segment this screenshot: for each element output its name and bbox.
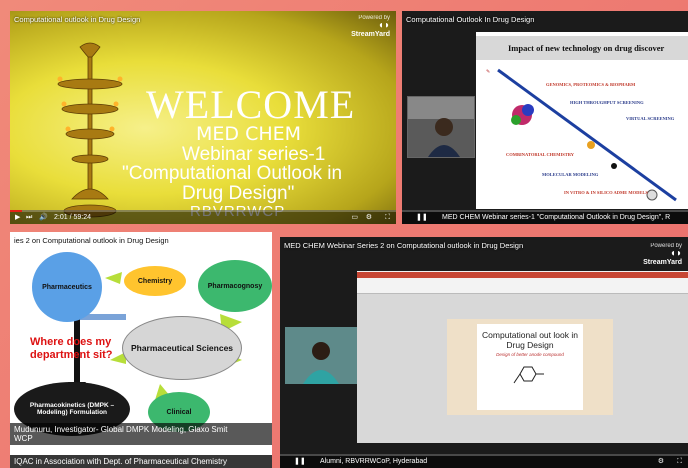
powerpoint-window: Computational out look in Drug Design De… — [357, 271, 688, 443]
video-tile-3[interactable]: ies 2 on Computational outlook in Drug D… — [10, 232, 272, 468]
node-pharmaceutical-sciences: Pharmaceutical Sciences — [122, 316, 242, 380]
node-pharmacognosy: Pharmacognosy — [198, 260, 272, 312]
volume-icon[interactable]: 🔊 — [39, 212, 48, 223]
presenter-image — [408, 97, 474, 157]
video-title: ies 2 on Computational outlook in Drug D… — [14, 236, 169, 245]
video-tile-1[interactable]: Computational outlook in Drug Design Pow… — [10, 11, 396, 224]
slide-item: HIGH THROUGHPUT SCREENING — [570, 100, 644, 105]
brand-name: StreamYard — [351, 31, 390, 38]
ppt-title-line-1: Computational out look in — [482, 330, 578, 340]
player-controls: ❚❚ Alumni, RBVRRWCoP, Hyderabad ⚙ ⛶ — [280, 454, 688, 468]
caption-line-1: Mudunuru, Investigator- Global DMPK Mode… — [14, 425, 228, 434]
topic-line-1: "Computational Outlook in — [122, 163, 343, 184]
settings-icon[interactable]: ⚙ — [658, 456, 664, 467]
slide-item: COMBINATORIAL CHEMISTRY — [506, 152, 575, 157]
presenter-camera — [285, 327, 357, 384]
node-pharmaceutics: Pharmaceutics — [32, 252, 102, 322]
settings-icon[interactable]: ⚙ — [366, 212, 372, 223]
ppt-title-line-2: Drug Design — [506, 340, 554, 350]
bottom-title: MED CHEM Webinar series-1 "Computational… — [442, 214, 671, 221]
streamyard-icon: ◖◗ — [377, 20, 390, 31]
captions-icon[interactable]: ▭ — [351, 212, 358, 223]
fullscreen-icon[interactable]: ⛶ — [385, 212, 390, 223]
fullscreen-icon[interactable]: ⛶ — [677, 456, 682, 467]
brand-name: StreamYard — [643, 259, 682, 266]
slide-title: Impact of new technology on drug discove… — [476, 36, 688, 60]
presenter-camera — [407, 96, 475, 158]
time-readout: 2:01 / 59:24 — [54, 214, 91, 221]
node-chemistry: Chemistry — [124, 266, 186, 296]
play-icon[interactable]: ▶ — [15, 212, 20, 223]
video-tile-2[interactable]: Computational Outlook In Drug Design Imp… — [402, 11, 688, 224]
slide-item: VIRTUAL SCREENING — [626, 116, 675, 121]
video-title: Computational Outlook In Drug Design — [406, 15, 535, 24]
shared-slide: Impact of new technology on drug discove… — [476, 32, 688, 209]
slide-item: IN VITRO & IN SILICO ADME MODELS — [564, 190, 648, 195]
player-controls: ❚❚ MED CHEM Webinar series-1 "Computatio… — [402, 210, 688, 224]
video-title: MED CHEM Webinar Series 2 on Computation… — [284, 241, 524, 250]
bottom-title: Alumni, RBVRRWCoP, Hyderabad — [320, 458, 428, 465]
streamyard-icon: ◖◗ — [669, 248, 682, 259]
welcome-heading: WELCOME — [146, 82, 356, 127]
speaker-caption: Mudunuru, Investigator- Global DMPK Mode… — [10, 423, 272, 445]
caption-line-2: WCP — [14, 434, 33, 443]
ppt-slide: Computational out look in Drug Design De… — [447, 319, 613, 415]
presenter-image — [285, 327, 357, 384]
pause-icon[interactable]: ❚❚ — [416, 212, 428, 223]
player-controls: ▶ ⏭ 🔊 2:01 / 59:24 ▭ ⚙ ⛶ — [10, 210, 396, 224]
organizer-caption: IQAC in Association with Dept. of Pharma… — [10, 455, 272, 468]
slide-item: GENOMICS, PROTEOMICS & BIOPHARM — [546, 82, 636, 87]
video-tile-4[interactable]: MED CHEM Webinar Series 2 on Computation… — [280, 237, 688, 468]
topic-line-2: Drug Design" — [182, 183, 295, 204]
med-chem-text: MED CHEM — [196, 123, 302, 145]
slide-item: MOLECULAR MODELING — [542, 172, 599, 177]
molecule-icon — [513, 366, 544, 384]
ppt-ribbon — [357, 271, 688, 294]
powered-by-label: Powered by — [358, 15, 390, 21]
streamyard-logo: Powered by ◖◗ StreamYard — [351, 15, 390, 38]
ppt-tabs[interactable] — [357, 272, 688, 278]
video-title: Computational outlook in Drug Design — [14, 15, 141, 24]
streamyard-logo: Powered by ◖◗ StreamYard — [643, 243, 682, 266]
svg-text:✎: ✎ — [486, 69, 490, 75]
ppt-subtitle: Design of better anode compound — [496, 352, 564, 357]
powered-by-label: Powered by — [650, 243, 682, 249]
pause-icon[interactable]: ❚❚ — [294, 456, 306, 467]
department-question: Where does my department sit? — [30, 336, 113, 361]
ppt-title-box: Computational out look in Drug Design De… — [477, 324, 583, 410]
next-icon[interactable]: ⏭ — [26, 212, 32, 223]
lamp-image — [57, 42, 123, 218]
